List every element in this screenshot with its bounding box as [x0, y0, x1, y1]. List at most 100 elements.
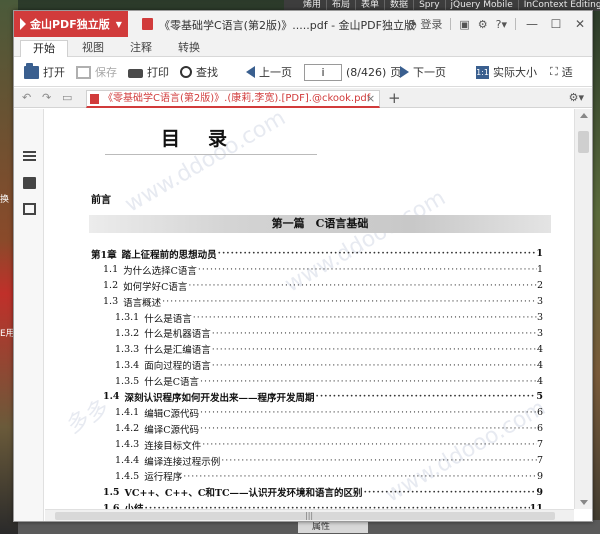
toc-leader-dots	[161, 296, 537, 307]
toc-leader-dots	[220, 455, 537, 466]
printer-icon	[128, 69, 143, 78]
horizontal-scrollbar[interactable]: |||	[45, 509, 574, 521]
comments-icon[interactable]	[23, 177, 36, 189]
find-button[interactable]: 查找	[180, 64, 218, 80]
document-viewport[interactable]: www.ddooo.com www.ddooo.com www.ddooo.co…	[45, 109, 574, 509]
toc-entry[interactable]: 1.6小结11	[91, 500, 543, 509]
toc-entry-page: 4	[536, 375, 543, 387]
quick-save-icon[interactable]: ▭	[62, 91, 72, 104]
part-title: 第一篇 C语言基础	[271, 217, 369, 230]
next-page-label: 下一页	[413, 66, 446, 79]
settings-gear-icon[interactable]: ⚙	[478, 18, 488, 31]
toc-entry[interactable]: 1.3.3 什么是汇编语言 4	[91, 341, 543, 357]
properties-panel-label: 属性	[298, 521, 368, 533]
toc-entry-title: 编译C源代码	[144, 424, 199, 436]
heading-rule	[105, 154, 317, 155]
brand-menu-button[interactable]: 金山PDF独立版 ▼	[14, 11, 128, 37]
arrow-right-icon	[400, 66, 409, 78]
bookmarks-list-icon[interactable]	[23, 151, 36, 161]
toc-entry-page: 3	[536, 327, 543, 339]
next-page-button[interactable]: 下一页	[400, 64, 446, 80]
toc-leader-dots	[211, 344, 537, 355]
minimize-button[interactable]: —	[524, 17, 540, 31]
scroll-down-icon[interactable]	[580, 500, 588, 505]
toc-entry[interactable]: 1.3.1 什么是语言 3	[91, 310, 543, 326]
toc-entry[interactable]: 第1章踏上征程前的思想动员 1	[91, 246, 543, 262]
toc-entry-page: 6	[536, 423, 543, 435]
toc-entry-number: 第1章	[91, 249, 117, 261]
toc-entry-title: 编辑C源代码	[144, 408, 199, 420]
toc-leader-dots	[182, 471, 537, 482]
scroll-grip-icon: |||	[305, 511, 314, 520]
login-button[interactable]: ◔ 登录	[407, 16, 442, 32]
prev-page-button[interactable]: 上一页	[246, 64, 292, 80]
toc-entry-title: 运行程序	[144, 472, 183, 484]
toc-entry[interactable]: 1.1 为什么选择C语言 1	[91, 262, 543, 278]
folder-open-icon	[24, 62, 39, 79]
maximize-button[interactable]: ☐	[548, 17, 564, 31]
toc-entry-title: 什么是机器语言	[144, 329, 211, 341]
title-bar: 金山PDF独立版 ▼ 《零基础学C语言(第2版)》.....pdf - 金山PD…	[14, 11, 592, 37]
toc-entry[interactable]: 1.4.4 编译连接过程示例 7	[91, 453, 543, 469]
fit-page-button[interactable]: ⛶ 适	[550, 64, 573, 80]
toc-entry-title: 为什么选择C语言	[123, 265, 197, 277]
tab-view[interactable]: 视图	[70, 40, 116, 57]
actual-size-button[interactable]: 1:1 实际大小	[476, 64, 537, 80]
vertical-scrollbar[interactable]	[574, 109, 592, 509]
new-tab-icon[interactable]: +	[388, 89, 401, 107]
toc-entry[interactable]: 1.4 深刻认识程序如何开发出来——程序开发周期 5	[91, 389, 543, 405]
toc-entry[interactable]: 1.4.2 编译C源代码 6	[91, 421, 543, 437]
find-label: 查找	[196, 66, 218, 79]
close-button[interactable]: ✕	[572, 17, 588, 31]
toc-entry-title: 深刻认识程序如何开发出来——程序开发周期	[124, 392, 315, 404]
tab-annotate[interactable]: 注释	[118, 40, 164, 57]
scroll-up-icon[interactable]	[580, 113, 588, 118]
help-icon[interactable]: ?▾	[496, 18, 507, 31]
document-tab-title: 《零基础学C语言(第2版)》.(康莉,李宽).[PDF].@ckook.pdf	[103, 93, 371, 104]
open-button[interactable]: 打开	[24, 62, 65, 80]
toc-entry[interactable]: 1.4.5 运行程序 9	[91, 468, 543, 484]
tab-home[interactable]: 开始	[20, 40, 68, 57]
toc-heading: 目录	[161, 128, 256, 150]
toc-entry-title: VC++、C++、C和TC——认识开发环境和语言的区别	[124, 488, 363, 500]
undo-icon[interactable]: ↶	[22, 91, 31, 104]
login-label: 登录	[420, 18, 443, 31]
toc-leader-dots	[217, 248, 537, 259]
toc-entry-page: 7	[536, 455, 543, 467]
redo-icon[interactable]: ↷	[42, 91, 51, 104]
toc-entry-title: 语言概述	[123, 297, 162, 309]
preface-entry[interactable]: 前言	[91, 191, 111, 206]
vertical-scroll-thumb[interactable]	[578, 131, 589, 153]
toc-entry[interactable]: 1.3.2 什么是机器语言 3	[91, 325, 543, 341]
toc-leader-dots	[187, 280, 537, 291]
page-number-input[interactable]: i	[304, 64, 342, 81]
toc-entry-title: 什么是汇编语言	[144, 345, 211, 357]
toc-entry-number: 1.3.1	[115, 312, 140, 323]
tab-convert[interactable]: 转换	[166, 40, 212, 57]
toc-entry-title: 编译连接过程示例	[144, 456, 221, 468]
save-icon	[76, 65, 91, 79]
toc-entry[interactable]: 1.3.5 什么是C语言 4	[91, 373, 543, 389]
print-button[interactable]: 打印	[128, 64, 169, 80]
toc-entry[interactable]: 1.3 语言概述 3	[91, 294, 543, 310]
document-tab[interactable]: 《零基础学C语言(第2版)》.(康莉,李宽).[PDF].@ckook.pdf	[86, 90, 380, 108]
print-label: 打印	[147, 66, 169, 79]
prev-page-label: 上一页	[259, 66, 292, 79]
toc-entry[interactable]: 1.3.4 面向过程的语言 4	[91, 357, 543, 373]
toc-entry-number: 1.3.2	[115, 327, 140, 339]
toc-entry-number: 1.4.5	[115, 470, 140, 482]
thumbnails-icon[interactable]	[23, 203, 36, 215]
close-tab-icon[interactable]: ×	[366, 92, 375, 105]
save-button[interactable]: 保存	[76, 64, 117, 80]
toc-entry[interactable]: 1.4.3 连接目标文件 7	[91, 437, 543, 453]
fit-page-icon: ⛶	[550, 65, 558, 78]
toc-entry-number: 1.4	[103, 391, 120, 403]
toc-entry[interactable]: 1.4.1 编辑C源代码 6	[91, 405, 543, 421]
tab-tools-icon[interactable]: ⚙▾	[569, 91, 584, 104]
toc-leader-dots	[211, 328, 537, 339]
toc-entry[interactable]: 1.5 VC++、C++、C和TC——认识开发环境和语言的区别 9	[91, 484, 543, 500]
toc-entry[interactable]: 1.2 如何学好C语言 2	[91, 278, 543, 294]
user-icon: ◔	[407, 18, 417, 31]
feedback-icon[interactable]: ▣	[459, 18, 469, 31]
document-tab-strip: ↶ ↷ ▭ 《零基础学C语言(第2版)》.(康莉,李宽).[PDF].@ckoo…	[14, 88, 592, 108]
